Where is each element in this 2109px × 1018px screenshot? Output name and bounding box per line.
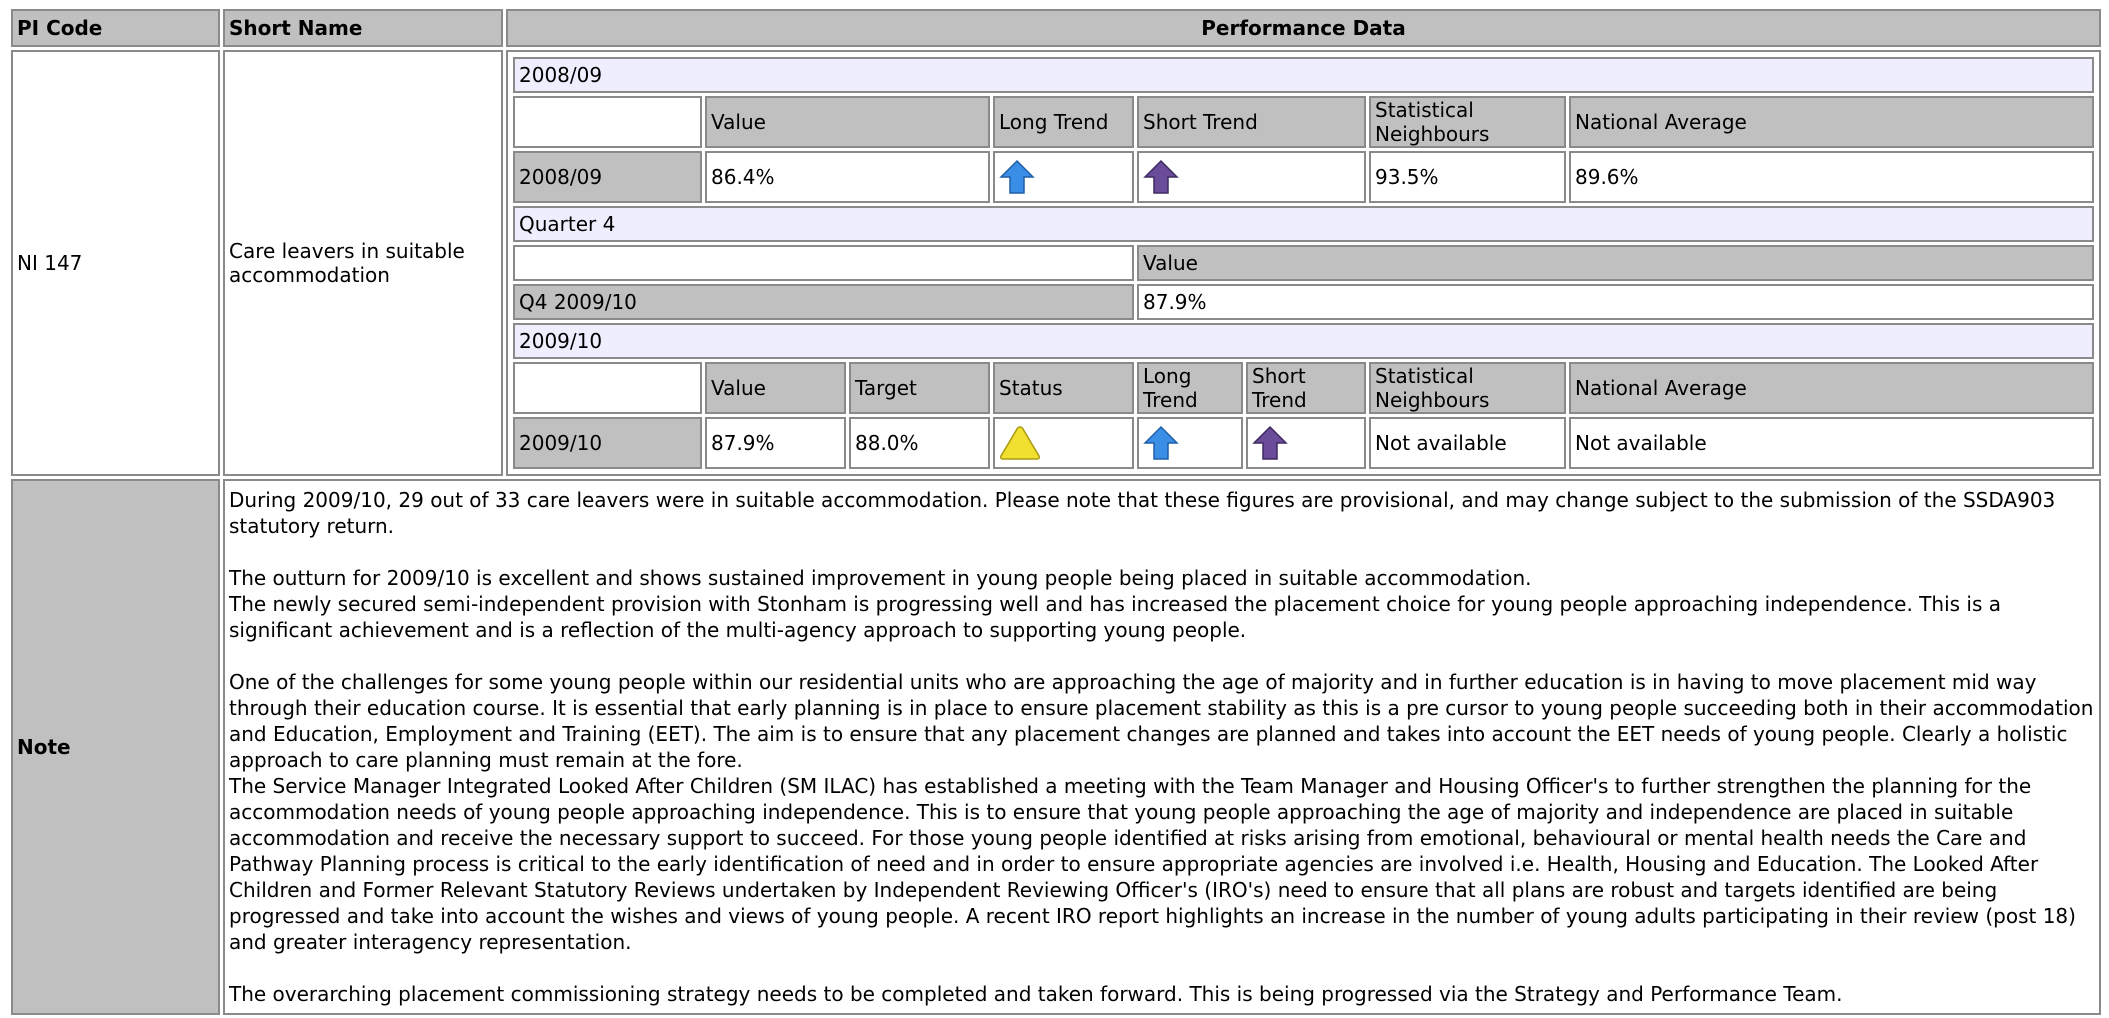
national-average-2008-09: 89.6% bbox=[1569, 151, 2094, 203]
performance-data-table: 2008/09 Value Long Trend Short Trend Sta… bbox=[510, 54, 2097, 472]
note-paragraph: The Service Manager Integrated Looked Af… bbox=[229, 774, 2076, 954]
col-long-trend: Long Trend bbox=[993, 96, 1134, 148]
col-stat-neighbours: Statistical Neighbours bbox=[1369, 96, 1566, 148]
note-paragraph: The newly secured semi-independent provi… bbox=[229, 592, 2001, 642]
col-quarter-value: Value bbox=[1137, 245, 2094, 281]
short-name-cell: Care leavers in suitable accommodation bbox=[223, 50, 503, 476]
col-target: Target bbox=[849, 362, 990, 414]
performance-data-header: Performance Data bbox=[506, 9, 2101, 47]
value-2008-09: 86.4% bbox=[705, 151, 990, 203]
row-label-q4-2009-10: Q4 2009/10 bbox=[513, 284, 1134, 320]
short-trend-2008-09 bbox=[1137, 151, 1366, 203]
short-trend-2009-10 bbox=[1246, 417, 1366, 469]
pi-code-cell: NI 147 bbox=[11, 50, 220, 476]
period-2009-10: 2009/10 bbox=[513, 323, 2094, 359]
arrow-up-blue-icon bbox=[1143, 425, 1179, 460]
status-2009-10 bbox=[993, 417, 1134, 469]
long-trend-2008-09 bbox=[993, 151, 1134, 203]
col-value: Value bbox=[705, 96, 990, 148]
note-text: During 2009/10, 29 out of 33 care leaver… bbox=[223, 479, 2101, 1015]
arrow-up-purple-icon bbox=[1252, 425, 1288, 460]
note-paragraph: During 2009/10, 29 out of 33 care leaver… bbox=[229, 488, 2056, 538]
blank-cell bbox=[513, 362, 702, 414]
row-label-2008-09: 2008/09 bbox=[513, 151, 702, 203]
blank-cell bbox=[513, 96, 702, 148]
col-stat-neighbours: Statistical Neighbours bbox=[1369, 362, 1566, 414]
note-paragraph: The overarching placement commissioning … bbox=[229, 982, 1843, 1006]
short-name-header: Short Name bbox=[223, 9, 503, 47]
value-2009-10: 87.9% bbox=[705, 417, 846, 469]
performance-data-cell: 2008/09 Value Long Trend Short Trend Sta… bbox=[506, 50, 2101, 476]
row-label-2009-10: 2009/10 bbox=[513, 417, 702, 469]
arrow-up-blue-icon bbox=[999, 159, 1035, 194]
col-short-trend: Short Trend bbox=[1246, 362, 1366, 414]
national-average-2009-10: Not available bbox=[1569, 417, 2094, 469]
col-short-trend: Short Trend bbox=[1137, 96, 1366, 148]
stat-neighbours-2008-09: 93.5% bbox=[1369, 151, 1566, 203]
pi-code-header: PI Code bbox=[11, 9, 220, 47]
long-trend-2009-10 bbox=[1137, 417, 1243, 469]
period-2008-09: 2008/09 bbox=[513, 57, 2094, 93]
performance-report-table: PI Code Short Name Performance Data NI 1… bbox=[8, 6, 2104, 1018]
col-long-trend: Long Trend bbox=[1137, 362, 1243, 414]
value-q4-2009-10: 87.9% bbox=[1137, 284, 2094, 320]
note-paragraph: One of the challenges for some young peo… bbox=[229, 670, 2094, 772]
col-national-average: National Average bbox=[1569, 96, 2094, 148]
col-national-average: National Average bbox=[1569, 362, 2094, 414]
col-status: Status bbox=[993, 362, 1134, 414]
target-2009-10: 88.0% bbox=[849, 417, 990, 469]
period-quarter-4: Quarter 4 bbox=[513, 206, 2094, 242]
warning-triangle-amber-icon bbox=[1000, 426, 1040, 460]
blank-cell bbox=[513, 245, 1134, 281]
arrow-up-purple-icon bbox=[1143, 159, 1179, 194]
stat-neighbours-2009-10: Not available bbox=[1369, 417, 1566, 469]
note-label: Note bbox=[11, 479, 220, 1015]
note-paragraph: The outturn for 2009/10 is excellent and… bbox=[229, 566, 1532, 590]
col-value: Value bbox=[705, 362, 846, 414]
